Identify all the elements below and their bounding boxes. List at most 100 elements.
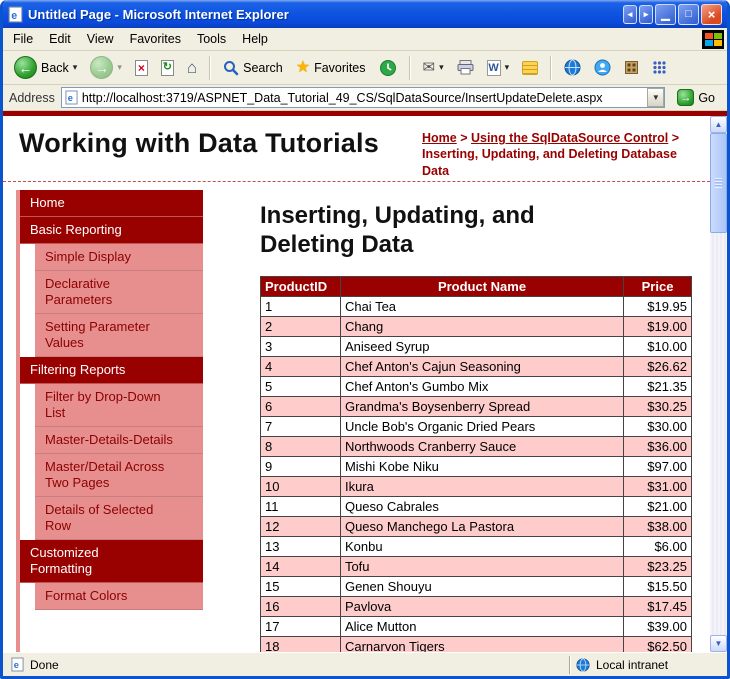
history-button[interactable]: [374, 56, 402, 80]
table-row: 7Uncle Bob's Organic Dried Pears$30.00: [261, 416, 692, 436]
refresh-button[interactable]: ↻: [156, 57, 179, 79]
sidebar-menu: HomeBasic ReportingSimple DisplayDeclara…: [16, 190, 203, 652]
title-small-right-button[interactable]: ▸: [639, 5, 653, 24]
refresh-icon: ↻: [161, 60, 174, 76]
content-area: Working with Data Tutorials Home > Using…: [3, 116, 727, 652]
table-row: 17Alice Mutton$39.00: [261, 616, 692, 636]
search-button[interactable]: Search: [218, 57, 288, 79]
product-id: 5: [261, 376, 341, 396]
column-header-productid: ProductID: [261, 276, 341, 296]
product-id: 12: [261, 516, 341, 536]
go-label: Go: [698, 91, 715, 105]
page-title: Inserting, Updating, and Deleting Data: [260, 202, 600, 260]
sidebar-item-master-details-details[interactable]: Master-Details-Details: [35, 427, 203, 454]
table-row: 15Genen Shouyu$15.50: [261, 576, 692, 596]
product-price: $26.62: [624, 356, 692, 376]
ie-glyph: e: [68, 93, 73, 103]
stop-button[interactable]: ×: [130, 57, 153, 79]
home-button[interactable]: ⌂: [182, 56, 202, 79]
extra-tool-building-button[interactable]: [619, 57, 644, 78]
breadcrumb-link-using-the-sqldatasource-control[interactable]: Using the SqlDataSource Control: [471, 131, 668, 145]
sidebar-item-simple-display[interactable]: Simple Display: [35, 244, 203, 271]
product-price: $6.00: [624, 536, 692, 556]
vertical-scrollbar[interactable]: ▲ ▼: [710, 116, 727, 652]
products-table: ProductIDProduct NamePrice 1Chai Tea$19.…: [260, 276, 692, 652]
sidebar-item-filtering-reports[interactable]: Filtering Reports: [20, 357, 203, 384]
menu-tools[interactable]: Tools: [189, 29, 234, 49]
go-button[interactable]: → Go: [671, 87, 721, 108]
product-name: Alice Mutton: [340, 616, 623, 636]
mail-button[interactable]: ✉ ▾: [418, 57, 449, 78]
product-name: Queso Cabrales: [340, 496, 623, 516]
refresh-glyph: ↻: [163, 62, 172, 73]
table-row: 5Chef Anton's Gumbo Mix$21.35: [261, 376, 692, 396]
scroll-down-button[interactable]: ▼: [710, 635, 727, 652]
breadcrumb-link-home[interactable]: Home: [422, 131, 457, 145]
minimize-button[interactable]: ▁: [655, 4, 676, 25]
maximize-button[interactable]: □: [678, 4, 699, 25]
extra-tool-globe-button[interactable]: [559, 56, 586, 79]
sidebar-item-basic-reporting[interactable]: Basic Reporting: [20, 217, 203, 244]
product-name: Aniseed Syrup: [340, 336, 623, 356]
product-price: $23.25: [624, 556, 692, 576]
table-row: 6Grandma's Boysenberry Spread$30.25: [261, 396, 692, 416]
scroll-up-button[interactable]: ▲: [710, 116, 727, 133]
status-page-icon: e: [11, 657, 24, 672]
menu-file[interactable]: File: [5, 29, 41, 49]
sidebar-item-home[interactable]: Home: [20, 190, 203, 217]
favorites-button[interactable]: ★ Favorites: [291, 57, 371, 79]
messenger-icon: [594, 59, 611, 76]
title-bar[interactable]: e Untitled Page - Microsoft Internet Exp…: [3, 0, 727, 28]
menu-help[interactable]: Help: [234, 29, 276, 49]
forward-dropdown-icon[interactable]: ▾: [117, 62, 122, 73]
extra-tool-messenger-button[interactable]: [589, 56, 616, 79]
table-row: 8Northwoods Cranberry Sauce$36.00: [261, 436, 692, 456]
sidebar-item-details-of-selected-row[interactable]: Details of Selected Row: [35, 497, 203, 540]
address-bar: Address e http://localhost:3719/ASPNET_D…: [3, 85, 727, 111]
intranet-zone-icon: [576, 658, 590, 672]
sidebar-item-setting-parameter-values[interactable]: Setting Parameter Values: [35, 314, 203, 357]
print-icon: [457, 60, 474, 75]
main-content: Inserting, Updating, and Deleting Data P…: [260, 190, 696, 652]
product-name: Genen Shouyu: [340, 576, 623, 596]
edit-word-icon: W: [487, 60, 501, 76]
favorites-star-icon: ★: [296, 60, 310, 76]
menu-favorites[interactable]: Favorites: [122, 29, 189, 49]
forward-button[interactable]: → ▾: [85, 53, 127, 82]
scrollbar-thumb[interactable]: [710, 133, 727, 233]
discuss-button[interactable]: [517, 58, 543, 78]
edit-button[interactable]: W ▾: [482, 57, 515, 79]
table-row: 4Chef Anton's Cajun Seasoning$26.62: [261, 356, 692, 376]
sidebar-item-customized-formatting[interactable]: Customized Formatting: [20, 540, 203, 583]
sidebar-item-master-detail-across-two-pages[interactable]: Master/Detail Across Two Pages: [35, 454, 203, 497]
extra-tool-grid-button[interactable]: [647, 57, 672, 78]
product-price: $19.95: [624, 296, 692, 316]
column-header-product-name: Product Name: [340, 276, 623, 296]
stop-x-glyph: ×: [138, 62, 145, 74]
address-dropdown-button[interactable]: ▼: [647, 88, 664, 107]
menu-view[interactable]: View: [79, 29, 122, 49]
back-dropdown-icon[interactable]: ▾: [73, 62, 78, 73]
menu-edit[interactable]: Edit: [41, 29, 79, 49]
edit-dropdown-icon[interactable]: ▾: [505, 62, 510, 73]
toolbar-separator: [550, 56, 552, 80]
address-input[interactable]: e http://localhost:3719/ASPNET_Data_Tuto…: [61, 87, 665, 108]
sidebar-item-declarative-parameters[interactable]: Declarative Parameters: [35, 271, 203, 314]
toolbar-separator: [409, 56, 411, 80]
back-button[interactable]: ← Back ▾: [9, 53, 82, 82]
page-header: Working with Data Tutorials Home > Using…: [3, 116, 710, 182]
menu-bar: FileEditViewFavoritesToolsHelp: [3, 28, 727, 51]
breadcrumb-separator: >: [457, 131, 471, 145]
back-icon: ←: [14, 56, 37, 79]
print-button[interactable]: [452, 57, 479, 78]
grid-icon: [652, 60, 667, 75]
close-button[interactable]: ×: [701, 4, 722, 25]
url-text[interactable]: http://localhost:3719/ASPNET_Data_Tutori…: [82, 91, 643, 105]
back-label: Back: [41, 61, 69, 75]
sidebar-item-format-colors[interactable]: Format Colors: [35, 583, 203, 610]
mail-dropdown-icon[interactable]: ▾: [439, 62, 444, 73]
table-row: 14Tofu$23.25: [261, 556, 692, 576]
breadcrumb: Home > Using the SqlDataSource Control >…: [422, 130, 694, 179]
sidebar-item-filter-by-drop-down-list[interactable]: Filter by Drop-Down List: [35, 384, 203, 427]
title-small-left-button[interactable]: ◂: [623, 5, 637, 24]
